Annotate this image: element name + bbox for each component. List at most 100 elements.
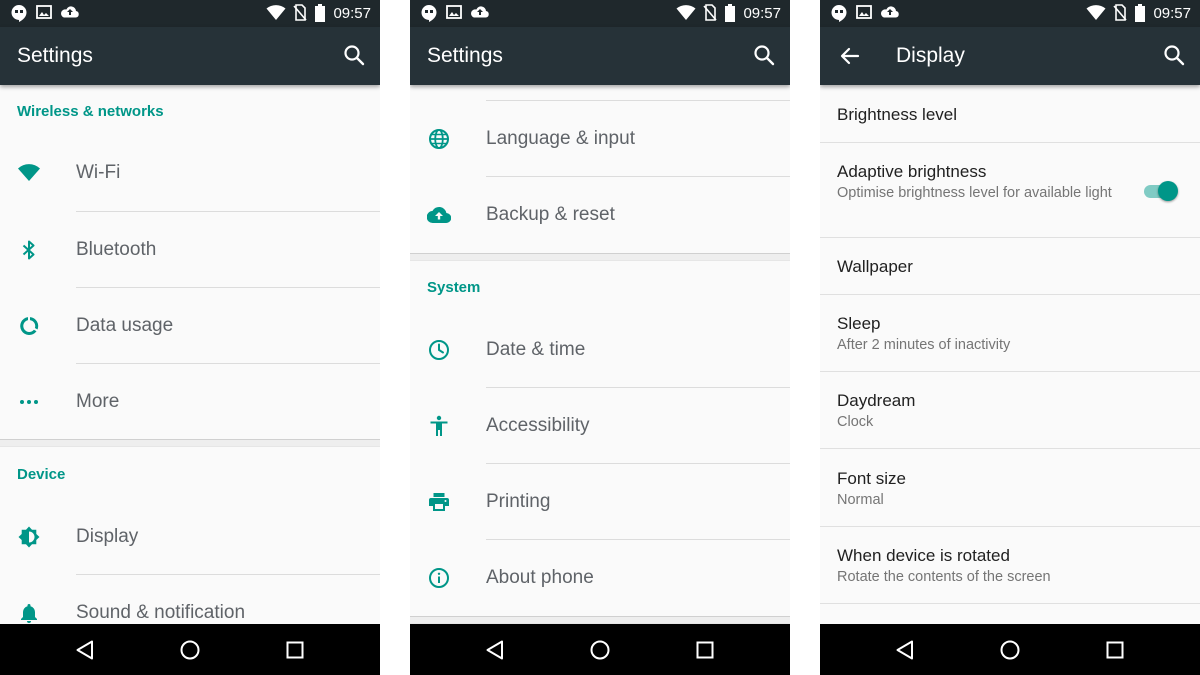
hangouts-icon [831,5,847,22]
settings-item-label: More [76,391,120,412]
image-icon [856,5,872,19]
setting-device-rotated[interactable]: When device is rotated Rotate the conten… [820,527,1200,604]
nav-home-icon[interactable] [179,639,201,661]
battery-icon [725,4,735,22]
cloud-upload-status-icon [471,6,489,18]
status-bar: 09:57 [410,0,790,27]
cloud-upload-status-icon [881,6,899,18]
nav-home-icon[interactable] [589,639,611,661]
setting-title: Sleep [837,314,881,333]
no-sim-icon [1113,4,1127,21]
settings-item-label: Bluetooth [76,239,157,260]
setting-title: Brightness level [837,105,958,124]
nav-recents-icon[interactable] [285,640,305,660]
settings-item-accessibility[interactable]: Accessibility [410,388,790,464]
nav-back-icon[interactable] [484,639,506,661]
status-bar: 09:57 [0,0,380,27]
status-bar: 09:57 [820,0,1200,27]
navigation-bar [0,624,380,675]
section-header-wireless: Wireless & networks [17,103,164,120]
info-icon [429,568,449,588]
nav-recents-icon[interactable] [1105,640,1125,660]
bluetooth-icon [22,240,35,260]
settings-item-sound[interactable]: Sound & notification [0,575,380,624]
setting-brightness-level[interactable]: Brightness level [820,85,1200,143]
battery-icon [1135,4,1145,22]
settings-item-data-usage[interactable]: Data usage [0,288,380,364]
navigation-bar [820,624,1200,675]
section-header-system: System [427,279,481,296]
bell-icon [21,604,37,623]
nav-home-icon[interactable] [999,639,1021,661]
status-time: 09:57 [743,5,781,22]
setting-title: Wallpaper [837,257,913,276]
arrow-back-icon[interactable] [838,44,862,68]
no-sim-icon [293,4,307,21]
settings-list: Language & input Backup & reset System D… [410,85,790,624]
toggle-thumb [1158,181,1178,201]
hangouts-icon [11,5,27,22]
setting-summary: Optimise brightness level for available … [837,185,1112,201]
settings-item-label: About phone [486,567,594,588]
image-icon [446,5,462,19]
settings-item-about[interactable]: About phone [410,540,790,616]
accessibility-icon [430,415,448,436]
phone-screen-settings-1: 09:57 Settings Wireless & networks Wi-Fi… [0,0,380,675]
hangouts-icon [421,5,437,22]
image-icon [36,5,52,19]
nav-recents-icon[interactable] [695,640,715,660]
adaptive-brightness-toggle[interactable] [1140,179,1180,203]
setting-daydream[interactable]: Daydream Clock [820,372,1200,449]
nav-back-icon[interactable] [74,639,96,661]
settings-item-label: Date & time [486,339,586,360]
search-icon[interactable] [1162,43,1186,67]
settings-item-label: Accessibility [486,415,590,436]
setting-title: Daydream [837,391,916,410]
wifi-icon [18,164,40,181]
search-icon[interactable] [342,43,366,67]
setting-summary: Rotate the contents of the screen [837,569,1051,585]
nav-back-icon[interactable] [894,639,916,661]
section-divider [410,616,790,624]
wifi-status-icon [1086,5,1106,20]
settings-item-date-time[interactable]: Date & time [410,312,790,388]
setting-summary: Normal [837,492,884,508]
wifi-status-icon [266,5,286,20]
phone-screen-settings-2: 09:57 Settings Language & input Backup &… [410,0,790,675]
setting-adaptive-brightness[interactable]: Adaptive brightness Optimise brightness … [820,143,1200,238]
settings-item-printing[interactable]: Printing [410,464,790,540]
settings-item-more[interactable]: More [0,364,380,440]
settings-item-label: Data usage [76,315,174,336]
wifi-status-icon [676,5,696,20]
status-time: 09:57 [333,5,371,22]
clock-icon [429,340,449,360]
settings-item-label: Backup & reset [486,204,615,225]
display-settings-list: Brightness level Adaptive brightness Opt… [820,85,1200,624]
settings-item-language[interactable]: Language & input [410,101,790,177]
setting-font-size[interactable]: Font size Normal [820,449,1200,527]
section-divider [410,253,790,261]
globe-icon [429,129,449,149]
section-divider [0,439,380,447]
setting-title: Adaptive brightness [837,162,987,181]
settings-list: Wireless & networks Wi-Fi Bluetooth Data… [0,85,380,624]
no-sim-icon [703,4,717,21]
settings-item-display[interactable]: Display [0,499,380,575]
setting-wallpaper[interactable]: Wallpaper [820,238,1200,295]
settings-item-label: Display [76,526,139,547]
settings-item-backup[interactable]: Backup & reset [410,177,790,253]
settings-item-bluetooth[interactable]: Bluetooth [0,212,380,288]
navigation-bar [410,624,790,675]
setting-summary: Clock [837,414,874,430]
settings-item-label: Language & input [486,128,635,149]
more-icon [20,400,38,404]
setting-sleep[interactable]: Sleep After 2 minutes of inactivity [820,295,1200,372]
search-icon[interactable] [752,43,776,67]
page-title: Display [896,44,965,67]
section-header-device: Device [17,466,66,483]
app-bar: Settings [0,27,380,85]
status-time: 09:57 [1153,5,1191,22]
app-bar: Settings [410,27,790,85]
settings-item-wifi[interactable]: Wi-Fi [0,135,380,211]
setting-title: Font size [837,469,906,488]
